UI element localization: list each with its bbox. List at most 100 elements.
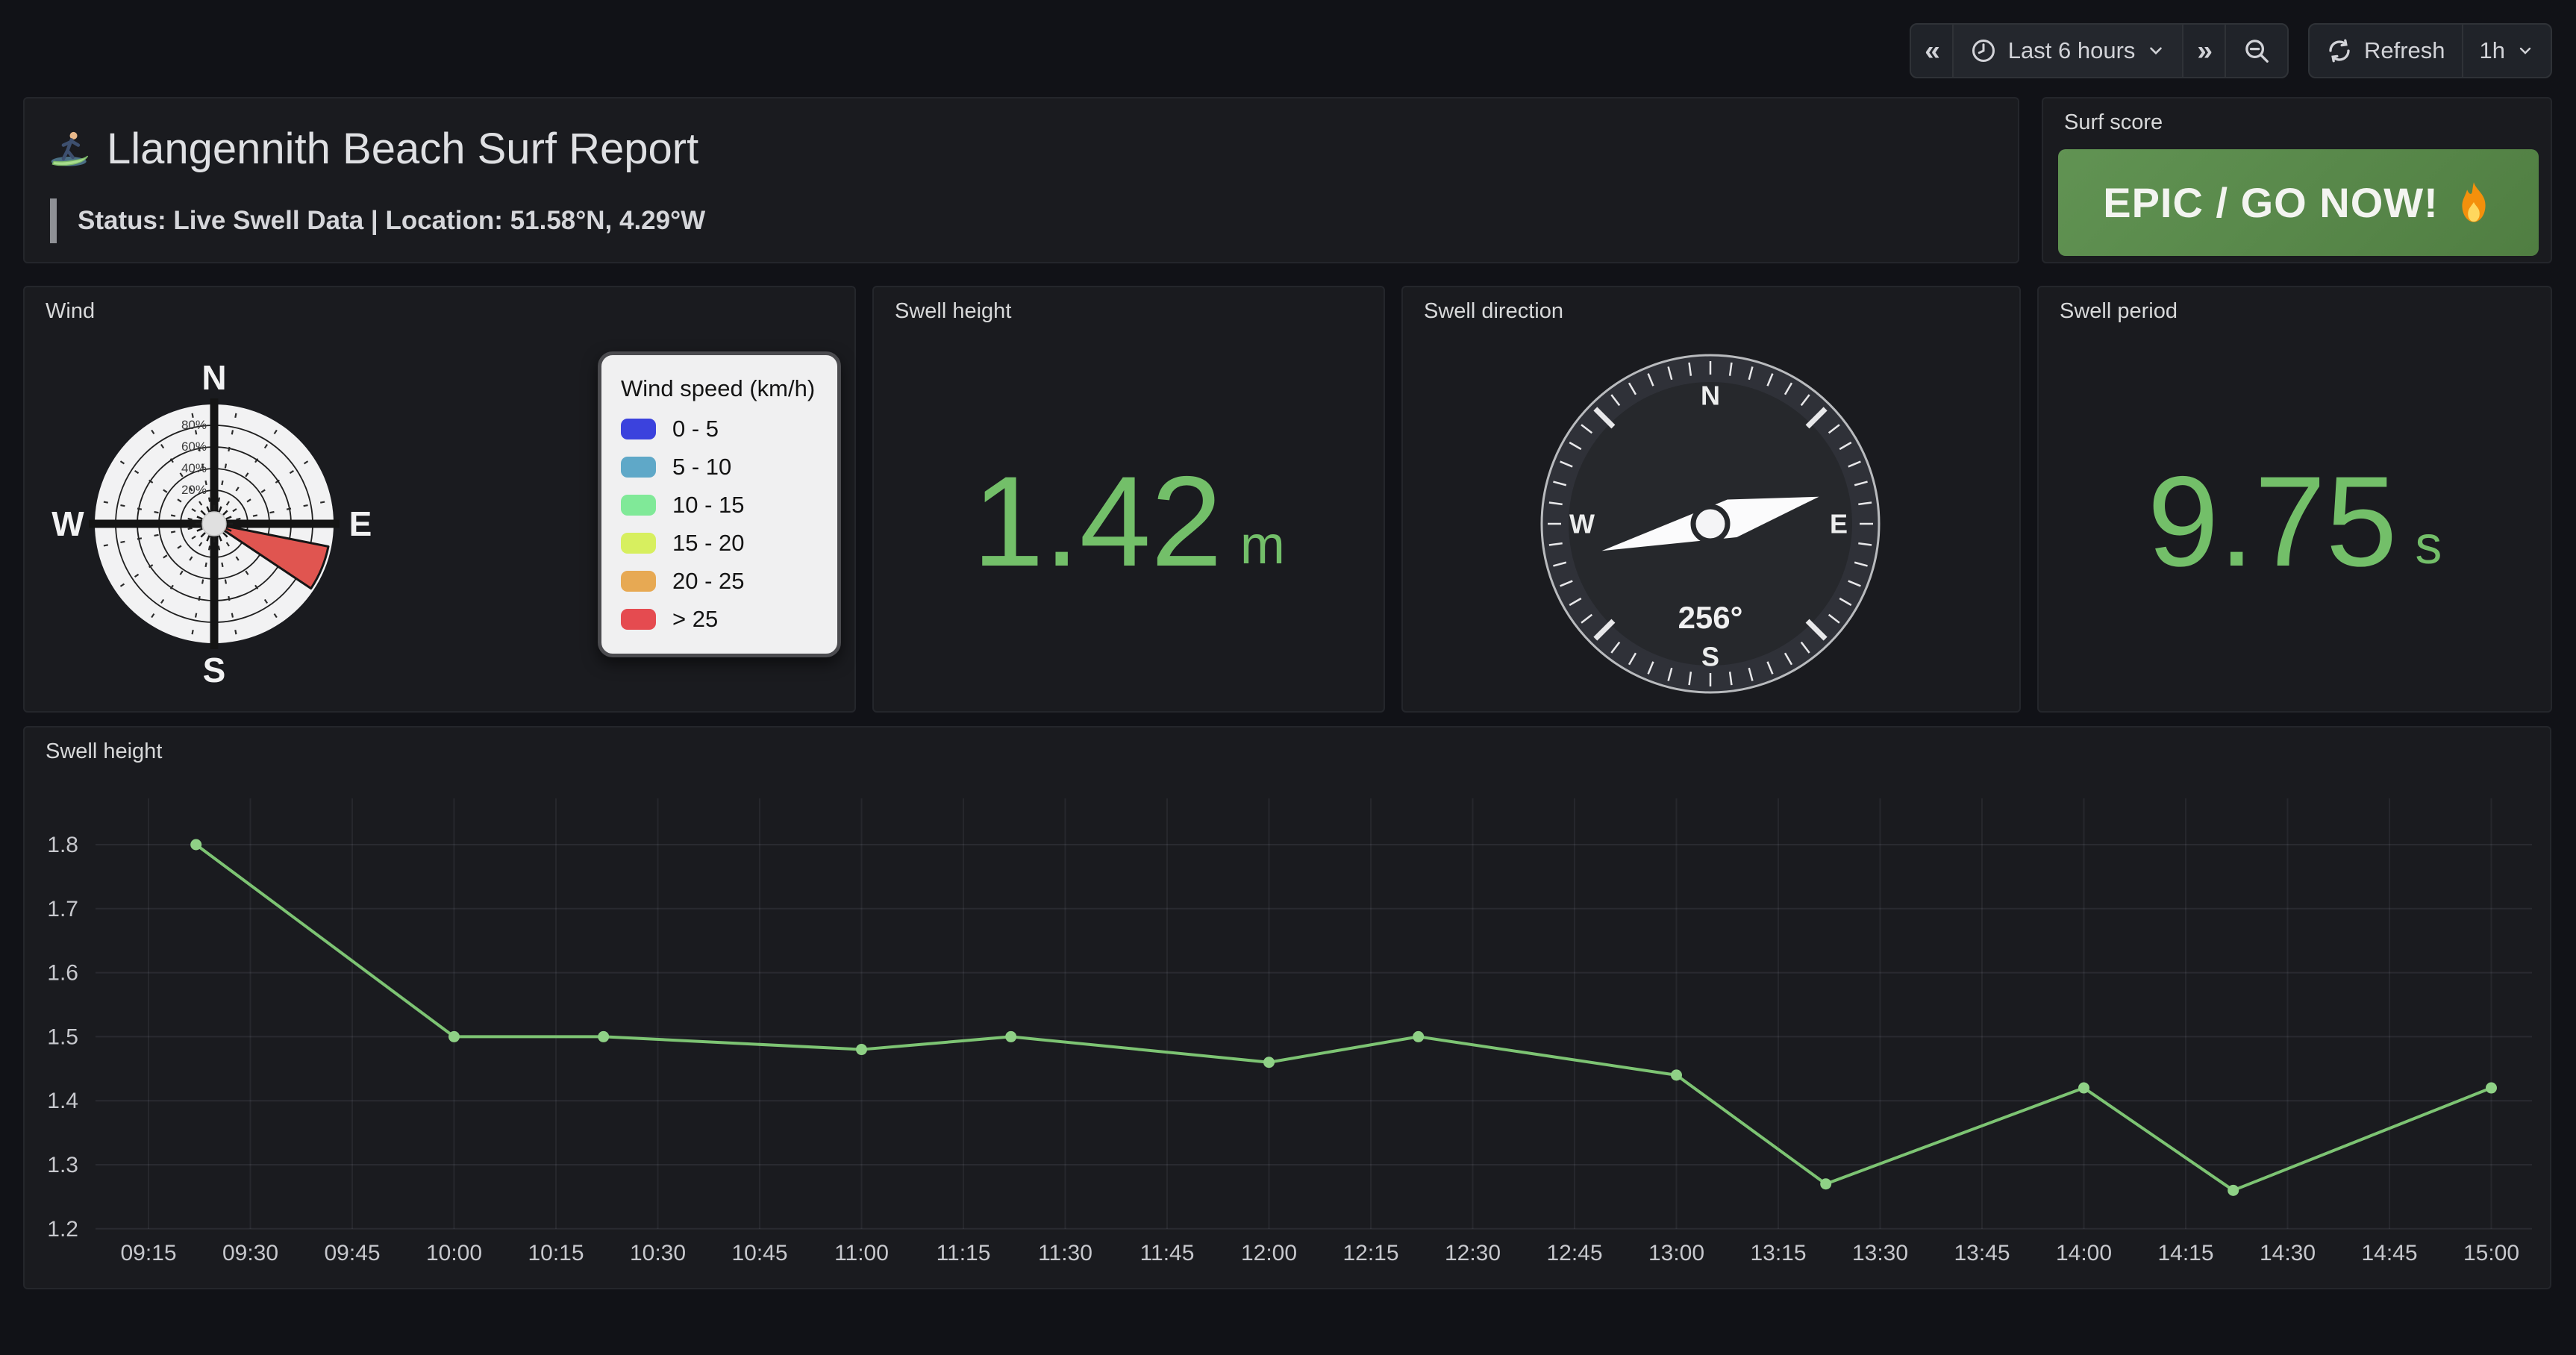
- legend-item: 20 - 25: [621, 568, 818, 595]
- svg-text:256°: 256°: [1678, 600, 1743, 635]
- location-value: 51.58°N, 4.29°W: [510, 206, 705, 235]
- clock-icon: [1970, 37, 1997, 64]
- svg-text:1.8: 1.8: [47, 833, 78, 857]
- time-range-picker-button[interactable]: Last 6 hours: [1952, 25, 2183, 77]
- svg-text:14:30: 14:30: [2260, 1241, 2316, 1265]
- swell-height-stat-panel: Swell height 1.42 m: [872, 286, 1385, 713]
- magnifier-minus-icon: [2242, 37, 2271, 65]
- refresh-group: Refresh 1h: [2308, 23, 2552, 78]
- wind-legend-title: Wind speed (km/h): [621, 373, 818, 404]
- windrose-chart: 20% 40% 60% 80% N E S W: [43, 352, 386, 695]
- refresh-label: Refresh: [2364, 37, 2445, 64]
- refresh-interval-value: 1h: [2480, 37, 2505, 64]
- surf-score-value: EPIC / GO NOW!: [2103, 178, 2439, 227]
- dashboard-title: Llangennith Beach Surf Report: [107, 124, 698, 174]
- svg-text:1.4: 1.4: [47, 1089, 78, 1113]
- panel-title: Surf score: [2064, 110, 2163, 135]
- surf-score-panel: Surf score EPIC / GO NOW!: [2042, 97, 2552, 263]
- legend-label: 5 - 10: [672, 454, 731, 481]
- surfer-emoji: [49, 128, 92, 171]
- surf-score-value-box: EPIC / GO NOW!: [2058, 149, 2539, 256]
- svg-text:15:00: 15:00: [2463, 1241, 2519, 1265]
- svg-text:E: E: [349, 504, 372, 543]
- legend-swatch-blue: [621, 419, 656, 439]
- svg-text:W: W: [51, 504, 84, 543]
- svg-text:1.2: 1.2: [47, 1217, 78, 1242]
- svg-text:12:45: 12:45: [1546, 1241, 1602, 1265]
- legend-item: 15 - 20: [621, 530, 818, 557]
- legend-label: 10 - 15: [672, 492, 745, 519]
- chevron-double-right-icon: »: [2197, 35, 2211, 66]
- legend-item: 5 - 10: [621, 454, 818, 481]
- legend-label: 20 - 25: [672, 568, 745, 595]
- svg-text:13:00: 13:00: [1648, 1241, 1704, 1265]
- timeseries-chart[interactable]: 1.81.71.61.51.41.31.209:1509:3009:4510:0…: [25, 727, 2550, 1288]
- svg-text:S: S: [203, 651, 226, 689]
- svg-text:1.6: 1.6: [47, 961, 78, 986]
- zoom-out-time-button[interactable]: [2225, 25, 2287, 77]
- status-text: Status: Live Swell Data | Location: 51.5…: [78, 206, 705, 236]
- svg-text:N: N: [201, 358, 226, 397]
- location-label: Location:: [385, 206, 502, 235]
- swell-period-value: 9.75: [2148, 457, 2398, 586]
- swell-height-timeseries-panel: Swell height 1.81.71.61.51.41.31.209:150…: [23, 726, 2551, 1289]
- swell-period-stat-panel: Swell period 9.75 s: [2037, 286, 2552, 713]
- svg-text:11:30: 11:30: [1038, 1241, 1092, 1265]
- svg-text:E: E: [1830, 509, 1848, 539]
- svg-text:13:45: 13:45: [1954, 1241, 2010, 1265]
- svg-text:N: N: [1701, 381, 1720, 411]
- svg-text:80%: 80%: [181, 418, 207, 432]
- swell-direction-panel: Swell direction NESW256°: [1401, 286, 2021, 713]
- panel-title: Swell direction: [1424, 299, 1563, 324]
- svg-text:60%: 60%: [181, 439, 207, 454]
- legend-swatch-yellow: [621, 533, 656, 554]
- dashboard-page: « Last 6 hours »: [0, 0, 2576, 1355]
- svg-text:11:00: 11:00: [834, 1241, 889, 1265]
- blockquote-bar: [50, 198, 57, 243]
- refresh-interval-dropdown[interactable]: 1h: [2462, 25, 2551, 77]
- refresh-button[interactable]: Refresh: [2310, 25, 2462, 77]
- time-range-group: « Last 6 hours »: [1910, 23, 2289, 78]
- svg-text:1.5: 1.5: [47, 1024, 78, 1049]
- svg-text:40%: 40%: [181, 461, 207, 475]
- svg-text:S: S: [1701, 642, 1719, 672]
- svg-text:20%: 20%: [181, 483, 207, 497]
- status-label: Status:: [78, 206, 166, 235]
- legend-swatch-orange: [621, 571, 656, 592]
- legend-swatch-green: [621, 495, 656, 516]
- wind-legend: Wind speed (km/h) 0 - 5 5 - 10 10 - 15 1…: [598, 351, 841, 657]
- header-panel: Llangennith Beach Surf Report Status: Li…: [23, 97, 2019, 263]
- status-value: Live Swell Data: [173, 206, 363, 235]
- svg-text:10:45: 10:45: [731, 1241, 787, 1265]
- wind-panel: Wind 20%40%60%80%NESW Wind speed (km/h) …: [23, 286, 856, 713]
- stat-value-wrap: 9.75 s: [2039, 332, 2551, 711]
- legend-item: > 25: [621, 606, 818, 633]
- stat-value-wrap: 1.42 m: [874, 332, 1384, 711]
- swell-period-unit: s: [2415, 519, 2442, 572]
- legend-label: 15 - 20: [672, 530, 745, 557]
- svg-text:12:00: 12:00: [1241, 1241, 1297, 1265]
- legend-label: 0 - 5: [672, 416, 719, 442]
- time-range-label: Last 6 hours: [2008, 37, 2136, 64]
- legend-label: > 25: [672, 606, 718, 633]
- chevron-double-left-icon: «: [1925, 35, 1939, 66]
- legend-swatch-teal: [621, 457, 656, 478]
- panel-title: Swell height: [895, 299, 1011, 324]
- svg-text:09:45: 09:45: [324, 1241, 380, 1265]
- legend-item: 10 - 15: [621, 492, 818, 519]
- chevron-down-icon: [2146, 41, 2166, 60]
- svg-text:11:45: 11:45: [1140, 1241, 1195, 1265]
- compass-gauge: NESW256°: [1535, 348, 1886, 699]
- svg-text:10:00: 10:00: [426, 1241, 482, 1265]
- time-shift-forward-button[interactable]: »: [2182, 25, 2225, 77]
- svg-text:10:30: 10:30: [630, 1241, 686, 1265]
- svg-text:1.7: 1.7: [47, 897, 78, 921]
- svg-text:13:15: 13:15: [1750, 1241, 1806, 1265]
- svg-text:09:30: 09:30: [222, 1241, 278, 1265]
- svg-text:09:15: 09:15: [120, 1241, 176, 1265]
- refresh-icon: [2326, 37, 2353, 64]
- time-shift-back-button[interactable]: «: [1911, 25, 1952, 77]
- swell-height-value: 1.42: [972, 457, 1222, 586]
- svg-text:14:00: 14:00: [2056, 1241, 2112, 1265]
- svg-text:14:15: 14:15: [2157, 1241, 2213, 1265]
